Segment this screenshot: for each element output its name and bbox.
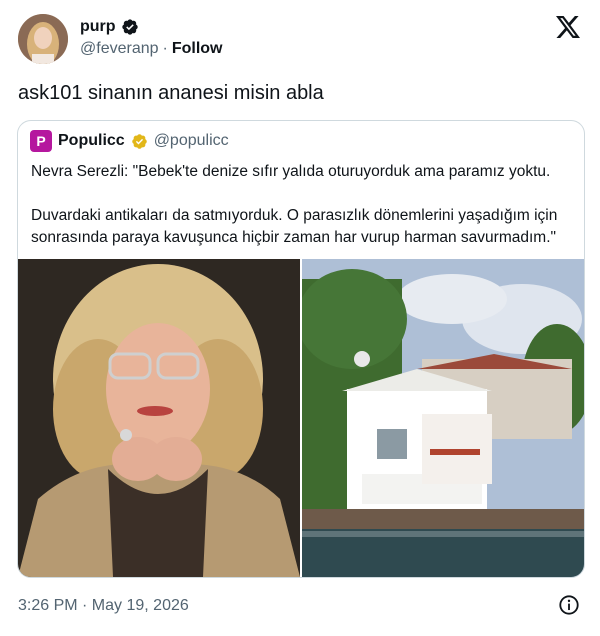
verified-badge-icon: [121, 19, 138, 35]
author-handle[interactable]: @feveranp: [80, 40, 159, 58]
author-name-row: purp: [80, 18, 139, 36]
tweet-text: ask101 sinanın ananesi misin abla: [18, 82, 324, 104]
author-avatar[interactable]: [18, 14, 68, 64]
quoted-author-handle[interactable]: @populicc: [154, 132, 229, 150]
separator-dot: ·: [162, 40, 168, 57]
quoted-author-name[interactable]: Populicc: [58, 132, 125, 150]
info-icon[interactable]: [558, 594, 580, 616]
tweet-card: purp @feveranp · Follow ask101 sinanın a…: [0, 0, 600, 636]
tweet-timestamp[interactable]: 3:26 PM · May 19, 2026: [18, 597, 189, 615]
quoted-avatar[interactable]: P: [30, 130, 52, 152]
author-name[interactable]: purp: [80, 18, 116, 36]
quoted-avatar-letter: P: [36, 133, 46, 149]
quoted-paragraph-2: Duvardaki antikaları da satmıyorduk. O p…: [31, 207, 558, 246]
portrait-photo[interactable]: [18, 259, 300, 577]
quoted-media: [18, 259, 584, 577]
x-logo-icon[interactable]: [556, 16, 580, 38]
mansion-photo[interactable]: [302, 259, 584, 577]
author-handle-row: @feveranp · Follow: [80, 40, 223, 58]
quoted-tweet[interactable]: P Populicc @populicc Nevra Serezli: "Beb…: [17, 120, 585, 578]
gold-verified-badge-icon: [131, 133, 147, 149]
quoted-paragraph-1: Nevra Serezli: "Bebek'te denize sıfır ya…: [31, 163, 551, 180]
follow-button[interactable]: Follow: [172, 40, 223, 58]
quoted-text: Nevra Serezli: "Bebek'te denize sıfır ya…: [31, 161, 571, 271]
quoted-header: P Populicc @populicc: [30, 130, 229, 152]
